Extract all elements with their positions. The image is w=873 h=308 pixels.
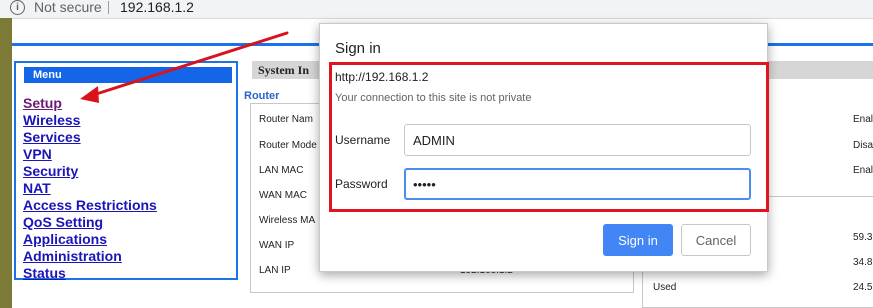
- right-value: Enal: [853, 114, 873, 125]
- right-value: Enal: [853, 165, 873, 176]
- menu-item-services[interactable]: Services: [23, 129, 81, 146]
- right-value: 24.5: [853, 282, 873, 293]
- sign-in-button[interactable]: Sign in: [603, 224, 673, 256]
- router-name-label: Router Nam: [259, 114, 313, 125]
- menu-item-applications[interactable]: Applications: [23, 231, 107, 248]
- menu-header: Menu: [24, 67, 232, 83]
- username-field[interactable]: [404, 124, 751, 156]
- info-icon[interactable]: i: [10, 0, 25, 15]
- router-model-label: Router Mode: [259, 140, 317, 151]
- dialog-title: Sign in: [335, 40, 381, 57]
- url-divider: [108, 1, 109, 14]
- wan-ip-label: WAN IP: [259, 240, 295, 251]
- menu-item-security[interactable]: Security: [23, 163, 78, 180]
- security-status[interactable]: Not secure: [34, 0, 102, 14]
- wireless-mac-label: Wireless MA: [259, 215, 316, 226]
- password-field[interactable]: [404, 168, 751, 200]
- right-section-header: [768, 61, 873, 79]
- menu-item-access-restrictions[interactable]: Access Restrictions: [23, 197, 157, 214]
- menu-item-administration[interactable]: Administration: [23, 248, 122, 265]
- wan-mac-label: WAN MAC: [259, 190, 307, 201]
- lan-mac-label: LAN MAC: [259, 165, 304, 176]
- dialog-url: http://192.168.1.2: [335, 70, 429, 84]
- cancel-button[interactable]: Cancel: [681, 224, 751, 256]
- url-field[interactable]: 192.168.1.2: [120, 0, 194, 14]
- menu-item-status[interactable]: Status: [23, 265, 66, 282]
- page-side-strip: [0, 18, 12, 308]
- connection-warning: Your connection to this site is not priv…: [335, 92, 532, 104]
- menu-item-qos-setting[interactable]: QoS Setting: [23, 214, 103, 231]
- menu-item-wireless[interactable]: Wireless: [23, 112, 80, 129]
- menu-item-vpn[interactable]: VPN: [23, 146, 52, 163]
- menu-panel: Menu Setup Wireless Services VPN Securit…: [14, 61, 238, 282]
- menu-item-nat[interactable]: NAT: [23, 180, 51, 197]
- router-section-title: Router: [244, 90, 280, 102]
- lan-ip-label: LAN IP: [259, 265, 291, 276]
- password-label: Password: [335, 177, 388, 191]
- right-value: 59.3: [853, 232, 873, 243]
- used-label: Used: [653, 282, 677, 293]
- system-info-header: System In: [252, 61, 322, 79]
- browser-address-bar: i Not secure 192.168.1.2: [0, 0, 873, 19]
- right-value: Disa: [853, 140, 873, 151]
- right-value: 34.8: [853, 257, 873, 268]
- menu-item-setup[interactable]: Setup: [23, 95, 62, 112]
- username-label: Username: [335, 133, 391, 147]
